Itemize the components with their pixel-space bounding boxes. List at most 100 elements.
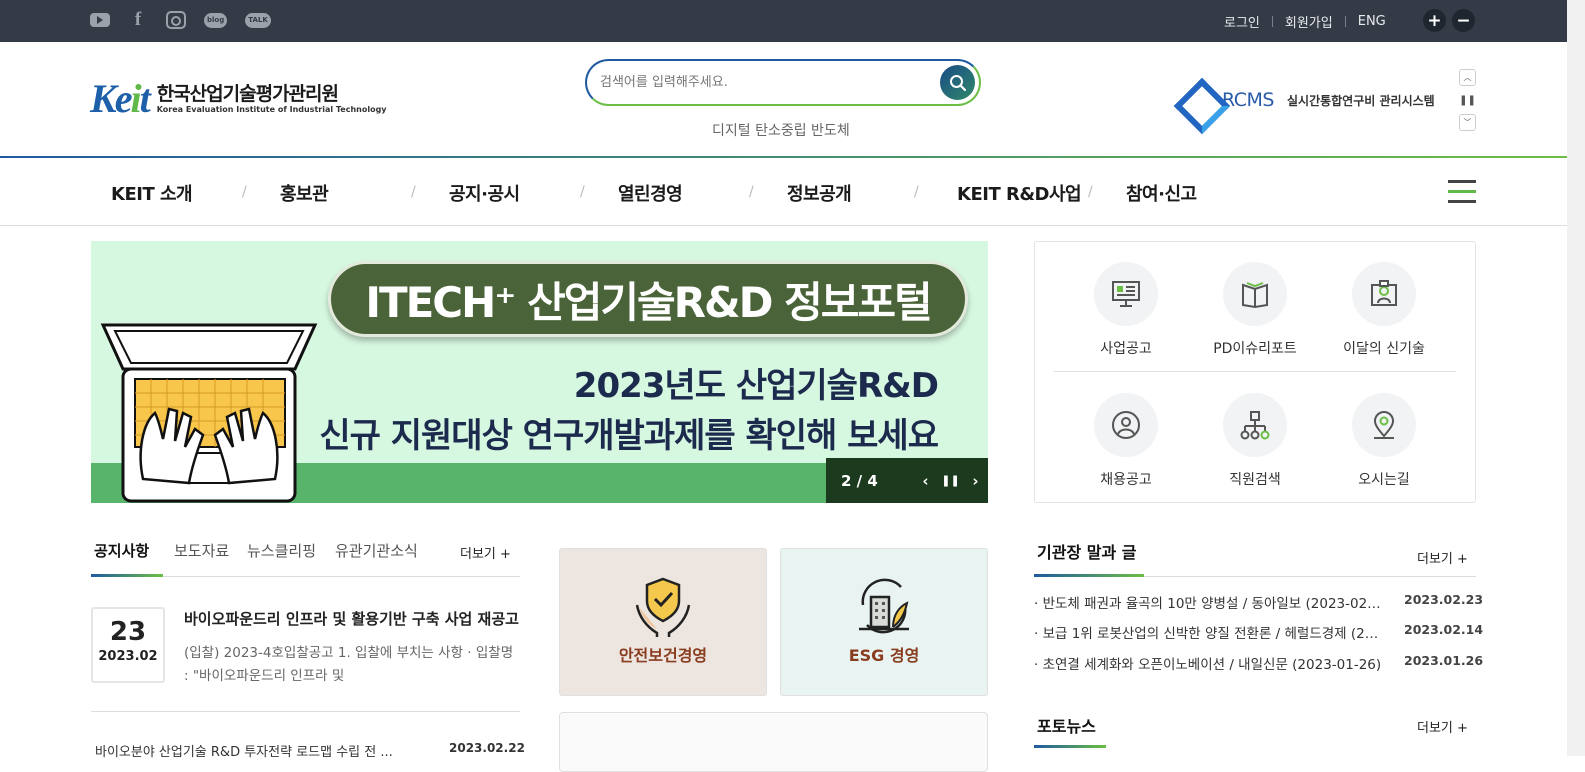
board-icon bbox=[1094, 262, 1158, 326]
quick-item-recruit[interactable]: 채용공고 bbox=[1061, 393, 1191, 489]
notice-summary[interactable]: (입찰) 2023-4호입찰공고 1. 입찰에 부치는 사항 · 입찰명 : "… bbox=[184, 642, 520, 688]
nav-separator: / bbox=[242, 184, 247, 200]
org-chart-icon bbox=[1223, 393, 1287, 457]
quick-label: 오시는길 bbox=[1358, 472, 1410, 488]
quick-item-business-notice[interactable]: 사업공고 bbox=[1061, 262, 1191, 358]
nav-separator: / bbox=[1088, 184, 1093, 200]
photo-news-title: 포토뉴스 bbox=[1037, 717, 1096, 736]
esg-management-card[interactable]: ESG 경영 bbox=[780, 548, 988, 696]
section-indicator bbox=[1034, 745, 1106, 748]
ceo-item-date: 2023.02.14 bbox=[1404, 622, 1484, 637]
section-indicator bbox=[1034, 574, 1144, 577]
nav-item-open-management[interactable]: 열린경영 bbox=[618, 180, 683, 206]
safety-management-card[interactable]: 안전보건경영 bbox=[559, 548, 767, 696]
nav-separator: / bbox=[749, 184, 754, 200]
book-icon bbox=[1223, 262, 1287, 326]
nav-item-information[interactable]: 정보공개 bbox=[787, 180, 852, 206]
menu-icon[interactable] bbox=[1448, 180, 1476, 204]
location-icon bbox=[1352, 393, 1416, 457]
search-input[interactable] bbox=[600, 75, 920, 90]
tab-news-clipping[interactable]: 뉴스클리핑 bbox=[247, 540, 316, 561]
notice-list-item[interactable]: 바이오분야 산업기술 R&D 투자전략 로드맵 수립 전 ... bbox=[95, 741, 425, 760]
ceo-section-title: 기관장 말과 글 bbox=[1037, 543, 1137, 562]
content-card[interactable] bbox=[559, 712, 988, 772]
ceo-item-date: 2023.02.23 bbox=[1404, 592, 1484, 607]
search-button[interactable] bbox=[940, 65, 975, 100]
site-logo[interactable]: Keit 한국산업기술평가관리원 Korea Evaluation Instit… bbox=[90, 79, 387, 119]
utility-links: 로그인 회원가입 ENG bbox=[1224, 12, 1386, 31]
pause-slide-button[interactable]: ❚❚ bbox=[938, 474, 963, 487]
tab-indicator bbox=[91, 574, 163, 577]
logo-english: Korea Evaluation Institute of Industrial… bbox=[156, 104, 387, 114]
youtube-icon[interactable] bbox=[90, 13, 110, 27]
banner-headline: ITECH⁺ 산업기술R&D 정보포털 bbox=[328, 261, 968, 337]
logo-mark: Keit bbox=[90, 76, 151, 121]
person-icon bbox=[1094, 393, 1158, 457]
tab-related-agencies[interactable]: 유관기관소식 bbox=[335, 540, 418, 561]
ceo-item-title: · 반도체 패권과 율곡의 10만 양병설 / 동아일보 (2023-02-23… bbox=[1034, 592, 1384, 612]
ceo-item-text: 초연결 세계화와 오픈이노베이션 / 내일신문 (2023-01-26) bbox=[1042, 657, 1382, 673]
notice-tabs: 공지사항 보도자료 뉴스클리핑 유관기관소식 더보기 + bbox=[91, 538, 520, 577]
notice-title[interactable]: 바이오파운드리 인프라 및 활용기반 구축 사업 재공고 bbox=[184, 608, 520, 629]
nav-item-rnd[interactable]: KEIT R&D사업 bbox=[957, 180, 1082, 206]
talk-icon[interactable]: TALK bbox=[245, 12, 271, 28]
main-banner[interactable]: ITECH⁺ 산업기술R&D 정보포털 2023년도 산업기술R&D 신규 지원… bbox=[91, 241, 988, 503]
notice-more-link[interactable]: 더보기 + bbox=[460, 543, 511, 562]
nav-separator: / bbox=[580, 184, 585, 200]
lightbulb-icon bbox=[1352, 262, 1416, 326]
banner-line-1: 2023년도 산업기술R&D bbox=[573, 366, 939, 406]
quick-label: 직원검색 bbox=[1229, 472, 1281, 488]
chevron-down-icon[interactable]: ﹀ bbox=[1459, 114, 1476, 131]
ceo-item-text: 보급 1위 로봇산업의 신박한 양질 전환론 / 헤럴드경제 (2023-02-… bbox=[1042, 626, 1384, 642]
quick-label: PD이슈리포트 bbox=[1213, 341, 1297, 357]
esg-building-icon bbox=[859, 578, 909, 634]
notice-list-date: 2023.02.22 bbox=[449, 741, 525, 755]
instagram-icon[interactable] bbox=[166, 11, 186, 29]
nav-separator: / bbox=[411, 184, 416, 200]
quick-label: 이달의 신기술 bbox=[1343, 341, 1425, 357]
quick-item-pd-report[interactable]: PD이슈리포트 bbox=[1190, 262, 1320, 358]
notice-divider bbox=[91, 711, 520, 712]
join-link[interactable]: 회원가입 bbox=[1285, 12, 1333, 31]
popular-keywords[interactable]: 디지털 탄소중립 반도체 bbox=[712, 120, 850, 140]
nav-item-about[interactable]: KEIT 소개 bbox=[111, 180, 193, 206]
rcms-logo-icon bbox=[1180, 84, 1216, 116]
english-link[interactable]: ENG bbox=[1358, 14, 1386, 29]
divider bbox=[1271, 16, 1273, 27]
chevron-up-icon[interactable]: ︿ bbox=[1459, 69, 1476, 86]
zoom-out-button[interactable]: − bbox=[1452, 9, 1475, 32]
tab-notice[interactable]: 공지사항 bbox=[94, 540, 149, 561]
ceo-more-link[interactable]: 더보기 + bbox=[1417, 548, 1468, 567]
search-box bbox=[585, 59, 981, 106]
search-icon bbox=[949, 74, 966, 91]
notice-date: 23 2023.02 bbox=[91, 607, 165, 683]
quick-label: 사업공고 bbox=[1100, 341, 1152, 357]
notice-year-month: 2023.02 bbox=[98, 649, 158, 664]
banner-controls: 2 / 4 ‹ ❚❚ › bbox=[826, 458, 988, 503]
slide-counter: 2 / 4 bbox=[841, 471, 878, 490]
quick-item-directions[interactable]: 오시는길 bbox=[1319, 393, 1449, 489]
rcms-name: RCMS bbox=[1222, 89, 1274, 111]
pause-icon[interactable]: ❚❚ bbox=[1459, 92, 1476, 109]
nav-item-pr[interactable]: 홍보관 bbox=[280, 180, 329, 206]
prev-slide-button[interactable]: ‹ bbox=[913, 472, 938, 490]
login-link[interactable]: 로그인 bbox=[1224, 12, 1260, 31]
photo-more-link[interactable]: 더보기 + bbox=[1417, 717, 1468, 736]
nav-item-participation[interactable]: 참여·신고 bbox=[1126, 180, 1197, 206]
top-bar: f blog TALK 로그인 회원가입 ENG + − bbox=[0, 0, 1567, 42]
quick-item-new-tech[interactable]: 이달의 신기술 bbox=[1319, 262, 1449, 358]
nav-separator: / bbox=[914, 184, 919, 200]
quick-menu: 사업공고 PD이슈리포트 이달의 신기술 채용공고 직원검색 오시는길 bbox=[1034, 241, 1476, 503]
next-slide-button[interactable]: › bbox=[963, 472, 988, 490]
blog-icon[interactable]: blog bbox=[204, 12, 228, 28]
ceo-item-date: 2023.01.26 bbox=[1404, 653, 1484, 668]
facebook-icon[interactable]: f bbox=[128, 9, 148, 30]
ceo-item-text: 반도체 패권과 율곡의 10만 양병설 / 동아일보 (2023-02-23) bbox=[1042, 596, 1384, 612]
main-navigation: KEIT 소개 / 홍보관 / 공지·공시 / 열린경영 / 정보공개 / KE… bbox=[0, 158, 1567, 226]
tab-press[interactable]: 보도자료 bbox=[174, 540, 229, 561]
rcms-banner[interactable]: RCMS 실시간통합연구비 관리시스템 bbox=[1180, 84, 1435, 116]
quick-item-staff-search[interactable]: 직원검색 bbox=[1190, 393, 1320, 489]
scrollbar[interactable] bbox=[1567, 0, 1585, 756]
nav-item-notice[interactable]: 공지·공시 bbox=[449, 180, 520, 206]
zoom-in-button[interactable]: + bbox=[1423, 9, 1446, 32]
